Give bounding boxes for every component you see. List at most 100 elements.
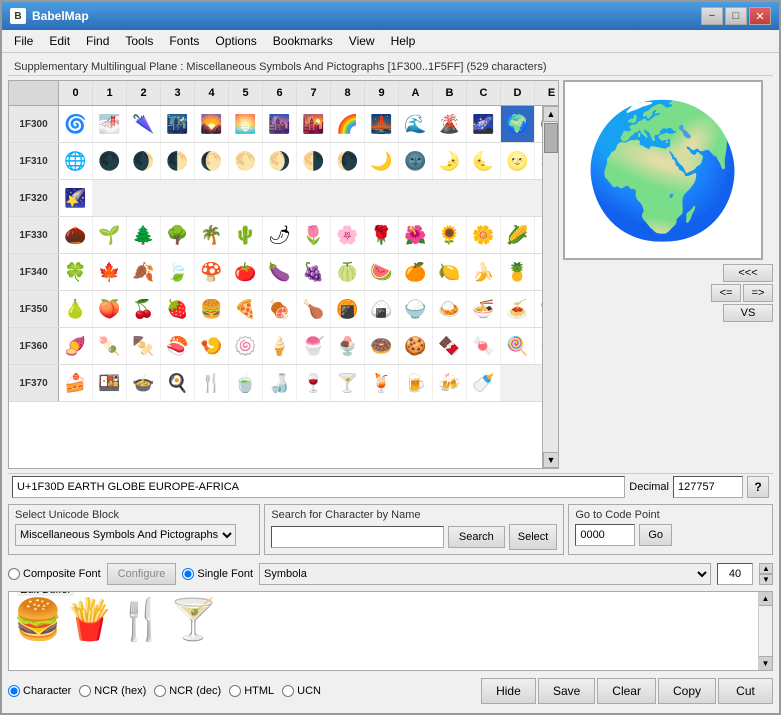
scroll-down-button[interactable]: ▼ (543, 452, 558, 468)
grid-cell[interactable]: 🌰 (59, 217, 93, 253)
grid-cell[interactable]: 🍧 (297, 328, 331, 364)
format-html-radio[interactable] (229, 685, 241, 697)
grid-cell[interactable]: 🍒 (127, 291, 161, 327)
grid-cell[interactable]: 🌌 (467, 106, 501, 142)
buffer-scroll-up[interactable]: ▲ (759, 592, 772, 606)
grid-cell[interactable]: 🍪 (399, 328, 433, 364)
format-ncrhex-label[interactable]: NCR (hex) (79, 685, 146, 697)
grid-cell[interactable]: 🍙 (365, 291, 399, 327)
grid-cell[interactable]: 🌜 (467, 143, 501, 179)
format-ncrdec-radio[interactable] (154, 685, 166, 697)
grid-cell[interactable]: 🌝 (501, 143, 535, 179)
single-font-radio-label[interactable]: Single Font (182, 568, 253, 580)
scroll-thumb[interactable] (544, 123, 558, 153)
grid-cell[interactable]: 🌛 (433, 143, 467, 179)
grid-cell[interactable] (365, 180, 399, 216)
copy-button[interactable]: Copy (658, 678, 716, 704)
grid-cell[interactable]: 🌐 (59, 143, 93, 179)
grid-cell[interactable] (399, 180, 433, 216)
format-ucn-radio[interactable] (282, 685, 294, 697)
grid-cell[interactable]: 🌇 (297, 106, 331, 142)
grid-cell[interactable]: 🍡 (93, 328, 127, 364)
grid-cell[interactable]: 🌽 (501, 217, 535, 253)
grid-cell[interactable]: 🍍 (501, 254, 535, 290)
grid-cell[interactable]: 🌴 (195, 217, 229, 253)
grid-cell[interactable]: 🌒 (127, 143, 161, 179)
grid-cell[interactable]: 🍖 (263, 291, 297, 327)
grid-cell[interactable]: 🌳 (161, 217, 195, 253)
grid-cell[interactable]: 🍤 (195, 328, 229, 364)
grid-cell[interactable]: 🍥 (229, 328, 263, 364)
grid-cell[interactable]: 🍠 (59, 328, 93, 364)
grid-cell[interactable]: 🌁 (93, 106, 127, 142)
grid-cell[interactable] (501, 365, 535, 401)
grid-cell[interactable]: 🍶 (263, 365, 297, 401)
select-button[interactable]: Select (509, 524, 558, 550)
grid-cell[interactable]: 🍮 (535, 328, 542, 364)
grid-cell[interactable] (433, 180, 467, 216)
grid-cell[interactable]: 🍺 (399, 365, 433, 401)
composite-font-radio[interactable] (8, 568, 20, 580)
scroll-up-button[interactable]: ▲ (543, 106, 558, 122)
grid-cell[interactable]: 🍊 (399, 254, 433, 290)
menu-edit[interactable]: Edit (41, 32, 78, 50)
grid-cell[interactable]: 🌵 (229, 217, 263, 253)
grid-cell[interactable]: 🍉 (365, 254, 399, 290)
grid-cell[interactable] (535, 180, 542, 216)
grid-cell[interactable]: 🍌 (467, 254, 501, 290)
grid-cell[interactable]: 🍴 (195, 365, 229, 401)
single-font-radio[interactable] (182, 568, 194, 580)
close-button[interactable]: ✕ (749, 7, 771, 25)
grid-cell[interactable] (331, 180, 365, 216)
format-character-radio[interactable] (8, 685, 20, 697)
grid-cell[interactable]: 🍞 (535, 291, 542, 327)
hide-button[interactable]: Hide (481, 678, 536, 704)
grid-cell[interactable]: 🌶 (263, 217, 297, 253)
grid-cell[interactable]: 🌅 (229, 106, 263, 142)
menu-bookmarks[interactable]: Bookmarks (265, 32, 341, 50)
grid-cell[interactable]: 🍸 (331, 365, 365, 401)
grid-cell[interactable]: 🍓 (161, 291, 195, 327)
grid-cell[interactable]: 🍂 (127, 254, 161, 290)
grid-cell[interactable]: 🌂 (127, 106, 161, 142)
grid-cell[interactable]: 🌋 (433, 106, 467, 142)
go-button[interactable]: Go (639, 524, 672, 546)
grid-cell[interactable]: 🍘 (331, 291, 365, 327)
grid-cell[interactable]: 🍫 (433, 328, 467, 364)
search-button[interactable]: Search (448, 526, 505, 548)
grid-cell[interactable]: 🍐 (59, 291, 93, 327)
grid-cell[interactable]: 🍰 (59, 365, 93, 401)
grid-cell[interactable]: 🍦 (263, 328, 297, 364)
grid-cell[interactable]: 🌱 (93, 217, 127, 253)
search-input[interactable] (271, 526, 444, 548)
grid-cell[interactable]: 🌚 (399, 143, 433, 179)
grid-cell[interactable]: 🌘 (331, 143, 365, 179)
goto-input[interactable] (575, 524, 635, 546)
font-size-up-button[interactable]: ▲ (759, 563, 773, 574)
format-html-label[interactable]: HTML (229, 685, 274, 697)
grid-cell[interactable]: 🌞 (535, 143, 542, 179)
menu-view[interactable]: View (341, 32, 383, 50)
grid-cell[interactable]: 🍗 (297, 291, 331, 327)
grid-cell[interactable]: 🍢 (127, 328, 161, 364)
menu-file[interactable]: File (6, 32, 41, 50)
configure-button[interactable]: Configure (107, 563, 177, 585)
grid-cell[interactable]: 🌸 (331, 217, 365, 253)
grid-cell[interactable]: 🌃 (161, 106, 195, 142)
grid-cell[interactable]: 🍋 (433, 254, 467, 290)
grid-scrollbar[interactable]: ▲ ▼ (542, 106, 558, 468)
grid-cell[interactable]: 🌻 (433, 217, 467, 253)
format-ncrhex-radio[interactable] (79, 685, 91, 697)
grid-cell[interactable] (467, 180, 501, 216)
cut-button[interactable]: Cut (718, 678, 773, 704)
grid-cell[interactable]: 🍨 (331, 328, 365, 364)
grid-cell[interactable]: 🍩 (365, 328, 399, 364)
nav-right-button[interactable]: => (743, 284, 773, 302)
buffer-scroll-down[interactable]: ▼ (759, 656, 772, 670)
grid-cell[interactable]: 🌹 (365, 217, 399, 253)
grid-cell[interactable]: 🌕 (229, 143, 263, 179)
grid-cell[interactable]: 🍅 (229, 254, 263, 290)
grid-cell[interactable] (263, 180, 297, 216)
save-button[interactable]: Save (538, 678, 595, 704)
unicode-block-select[interactable]: Miscellaneous Symbols And Pictographs (15, 524, 236, 546)
